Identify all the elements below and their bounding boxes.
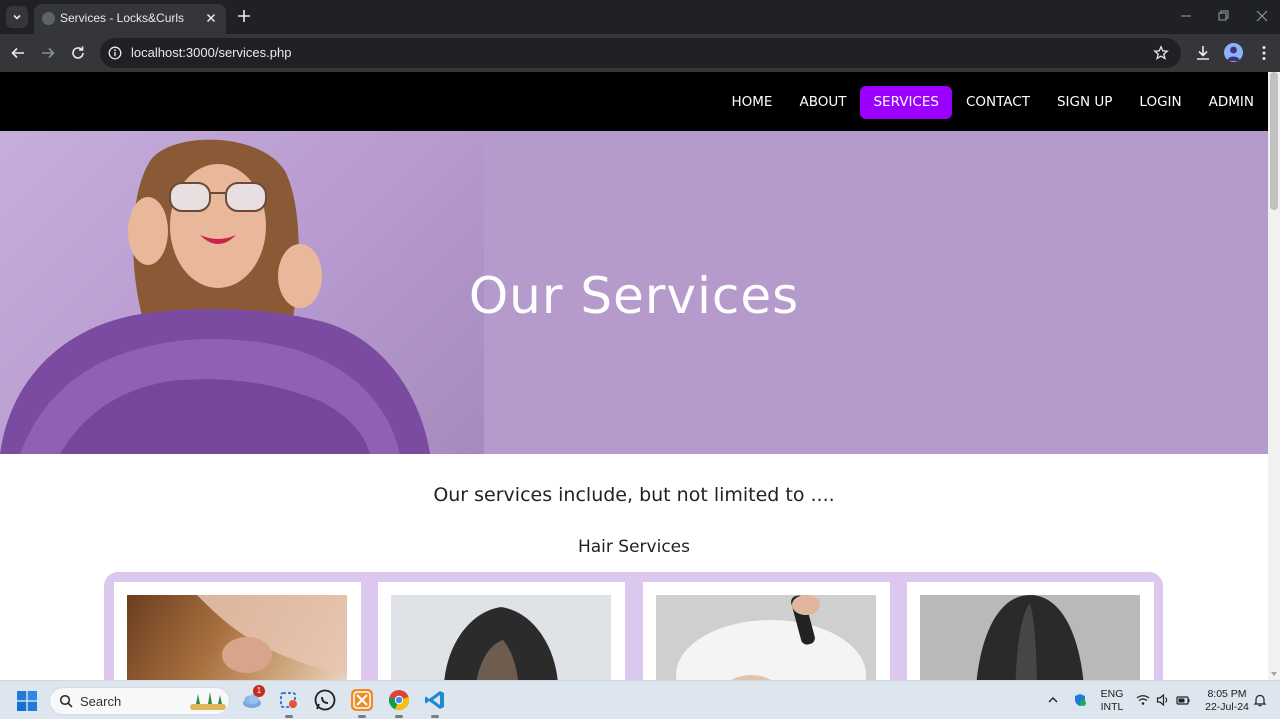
nav-admin[interactable]: ADMIN — [1196, 86, 1267, 119]
globe-icon — [42, 12, 55, 25]
chevron-up-icon[interactable] — [1046, 693, 1060, 707]
page-viewport: HOME ABOUT SERVICES CONTACT SIGN UP LOGI… — [0, 72, 1268, 680]
service-card[interactable] — [114, 582, 361, 680]
tab-search-button[interactable] — [6, 6, 28, 28]
service-image-hair-wash — [656, 595, 876, 680]
bookmark-star-icon[interactable] — [1153, 45, 1169, 61]
clock[interactable]: 8:05 PM 22-Jul-24 — [1198, 688, 1256, 714]
nav-sign-up[interactable]: SIGN UP — [1044, 86, 1125, 119]
scroll-down-arrow-icon[interactable] — [1271, 672, 1277, 676]
language-indicator[interactable]: ENG INTL — [1098, 688, 1126, 714]
taskbar-vscode[interactable] — [424, 689, 446, 718]
hair-trim-illustration — [197, 595, 347, 675]
taskbar-search[interactable]: Search — [49, 687, 230, 715]
close-icon[interactable] — [204, 11, 218, 25]
browser-tab-strip: Services - Locks&Curls — [0, 0, 1280, 34]
nav-about[interactable]: ABOUT — [786, 86, 859, 119]
site-navbar: HOME ABOUT SERVICES CONTACT SIGN UP LOGI… — [0, 72, 1268, 132]
nav-services[interactable]: SERVICES — [860, 86, 952, 119]
taskbar-whatsapp[interactable] — [314, 689, 336, 711]
service-card[interactable] — [378, 582, 625, 680]
snipping-tool-icon — [280, 692, 297, 708]
new-tab-plus-icon[interactable] — [236, 8, 252, 24]
xampp-icon — [353, 691, 371, 709]
scrollbar-thumb[interactable] — [1270, 72, 1278, 210]
taskbar-chrome[interactable] — [388, 689, 410, 718]
service-image-balayage — [391, 595, 611, 680]
service-image-hair-trim — [127, 595, 347, 680]
battery-icon[interactable] — [1176, 693, 1190, 707]
browser-tab-active[interactable]: Services - Locks&Curls — [34, 4, 226, 34]
volume-icon[interactable] — [1156, 693, 1170, 707]
menu-kebab-icon[interactable] — [1255, 44, 1273, 62]
notification-bell-icon[interactable] — [1253, 693, 1267, 707]
hero-title: Our Services — [468, 267, 800, 325]
keyboard-layout: INTL — [1100, 701, 1124, 713]
tab-title: Services - Locks&Curls — [60, 11, 185, 25]
download-icon[interactable] — [1194, 44, 1212, 62]
url-text[interactable]: localhost:3000/services.php — [131, 45, 291, 60]
hair-wash-illustration — [676, 595, 866, 680]
hair-services-heading: Hair Services — [577, 537, 690, 557]
forward-arrow-icon[interactable] — [40, 45, 56, 61]
search-highlight-island-icon — [190, 692, 226, 710]
nav-home[interactable]: HOME — [718, 86, 785, 119]
page-scrollbar[interactable] — [1268, 72, 1280, 680]
address-bar[interactable]: localhost:3000/services.php — [100, 38, 1181, 68]
nav-contact[interactable]: CONTACT — [953, 86, 1043, 119]
windows-start-icon[interactable] — [17, 691, 37, 711]
straightening-illustration — [976, 595, 1084, 680]
taskbar-weather-app[interactable]: 1 — [241, 685, 265, 711]
back-arrow-icon[interactable] — [10, 45, 26, 61]
notification-badge: 1 — [253, 685, 265, 697]
chrome-icon — [388, 690, 409, 711]
service-card[interactable] — [907, 582, 1154, 680]
balayage-illustration — [444, 607, 558, 680]
browser-toolbar: localhost:3000/services.php — [0, 34, 1280, 72]
minimize-icon[interactable] — [1179, 9, 1193, 23]
taskbar-xampp[interactable] — [351, 689, 373, 718]
clock-time: 8:05 PM — [1207, 688, 1247, 700]
hero-banner: Our Services — [0, 131, 1268, 454]
window-close-icon[interactable] — [1255, 9, 1269, 23]
running-indicator — [395, 715, 403, 718]
running-indicator — [431, 715, 439, 718]
site-info-icon[interactable] — [108, 46, 122, 60]
profile-person-icon — [1227, 46, 1240, 61]
wifi-icon[interactable] — [1136, 693, 1150, 707]
restore-icon[interactable] — [1216, 9, 1230, 23]
services-intro-heading: Our services include, but not limited to… — [433, 484, 835, 506]
whatsapp-icon — [314, 689, 336, 711]
profile-avatar[interactable] — [1224, 43, 1243, 62]
windows-taskbar: Search 1 ENG INTL 8:05 PM 22-Jul-24 — [0, 680, 1280, 719]
vscode-icon — [425, 691, 444, 709]
service-card[interactable] — [643, 582, 890, 680]
hair-services-card-band — [104, 572, 1163, 680]
search-label: Search — [80, 694, 122, 709]
running-indicator — [285, 715, 293, 718]
language-code: ENG — [1100, 688, 1124, 700]
running-indicator — [358, 715, 366, 718]
taskbar-snipping-tool[interactable] — [278, 689, 300, 718]
chevron-down-icon — [13, 14, 21, 20]
service-image-straightening — [920, 595, 1140, 680]
reload-icon[interactable] — [70, 45, 86, 61]
security-shield-icon[interactable] — [1073, 693, 1087, 707]
search-icon — [59, 694, 73, 708]
nav-login[interactable]: LOGIN — [1126, 86, 1194, 119]
clock-date: 22-Jul-24 — [1205, 701, 1249, 713]
